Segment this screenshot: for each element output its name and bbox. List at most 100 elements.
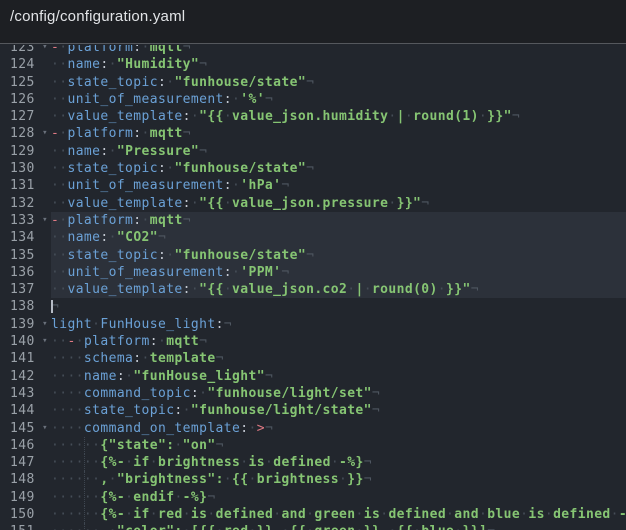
- code-line[interactable]: 146 ······{"state":·"on"¬: [0, 437, 626, 454]
- line-number[interactable]: 150: [10, 507, 35, 522]
- indent-guide: [84, 454, 85, 471]
- line-number[interactable]: 146: [10, 438, 35, 453]
- line-number[interactable]: 124: [10, 57, 35, 72]
- code-line[interactable]: 135··state_topic:·"funhouse/state"¬: [0, 247, 626, 264]
- line-gutter: 129: [0, 143, 51, 160]
- editor-header: /config/configuration.yaml: [0, 0, 626, 44]
- code-text: ······{"state":·"on"¬: [51, 437, 626, 454]
- line-number[interactable]: 129: [10, 144, 35, 159]
- code-line[interactable]: 132··value_template:·"{{·value_json.pres…: [0, 195, 626, 212]
- fold-arrow-icon[interactable]: ▾: [42, 316, 48, 333]
- code-text: light·FunHouse_light:¬: [51, 316, 626, 333]
- code-text: -·platform:·mqtt¬: [51, 212, 626, 229]
- code-line[interactable]: 151······,·"color":·[{{·red·}},·{{·green…: [0, 523, 626, 530]
- code-text: ····command_topic:·"funhouse/light/set"¬: [51, 385, 626, 402]
- line-number[interactable]: 127: [10, 109, 35, 124]
- fold-arrow-icon[interactable]: ▾: [42, 420, 48, 437]
- line-number[interactable]: 126: [10, 92, 35, 107]
- line-gutter: 134: [0, 229, 51, 246]
- fold-arrow-icon[interactable]: ▾: [42, 333, 48, 350]
- line-number[interactable]: 134: [10, 230, 35, 245]
- code-line[interactable]: 149 ······{%-·endif·-%}¬: [0, 489, 626, 506]
- line-number[interactable]: 135: [10, 248, 35, 263]
- code-line[interactable]: 136··unit_of_measurement:·'PPM'¬: [0, 264, 626, 281]
- line-number[interactable]: 148: [10, 472, 35, 487]
- code-line[interactable]: 127··value_template:·"{{·value_json.humi…: [0, 108, 626, 125]
- line-gutter: 151: [0, 523, 51, 530]
- code-line[interactable]: 124··name:·"Humidity"¬: [0, 56, 626, 73]
- code-line[interactable]: 144 ····state_topic:·"funhouse/light/stat…: [0, 402, 626, 419]
- code-line[interactable]: 139 ▾light·FunHouse_light:¬: [0, 316, 626, 333]
- code-line[interactable]: 142 ····name:·"funHouse_light"¬: [0, 368, 626, 385]
- line-gutter: 124: [0, 56, 51, 73]
- code-line[interactable]: 123 ▾-·platform:·mqtt¬: [0, 45, 626, 56]
- code-text: ··name:·"Pressure"¬: [51, 143, 626, 160]
- line-gutter: 140 ▾: [0, 333, 51, 350]
- line-gutter: 128 ▾: [0, 125, 51, 142]
- code-text: -·platform:·mqtt¬: [51, 125, 626, 142]
- code-line[interactable]: 138 ¬: [0, 298, 626, 315]
- line-gutter: 150: [0, 506, 51, 523]
- line-number[interactable]: 128: [10, 126, 35, 141]
- line-number[interactable]: 132: [10, 196, 35, 211]
- code-line[interactable]: 131 ··unit_of_measurement:·'hPa'¬: [0, 177, 626, 194]
- line-number[interactable]: 133: [10, 213, 35, 228]
- code-text: ······,·"brightness":·{{·brightness·}}¬: [51, 471, 626, 488]
- code-text: -·platform:·mqtt¬: [51, 45, 626, 56]
- line-number[interactable]: 141: [10, 351, 35, 366]
- line-gutter: 125: [0, 74, 51, 91]
- line-number[interactable]: 136: [10, 265, 35, 280]
- line-number[interactable]: 125: [10, 75, 35, 90]
- indent-guide: [84, 437, 85, 454]
- code-text: ······{%-·if·brightness·is·defined·-%}¬: [51, 454, 626, 471]
- fold-arrow-icon[interactable]: ▾: [42, 212, 48, 229]
- code-line[interactable]: 133 ▾-·platform:·mqtt¬: [0, 212, 626, 229]
- code-line[interactable]: 145▾····command_on_template:·>¬: [0, 420, 626, 437]
- line-number[interactable]: 145: [10, 421, 35, 436]
- line-number[interactable]: 130: [10, 161, 35, 176]
- code-line[interactable]: 141····schema:·template¬: [0, 350, 626, 367]
- code-line[interactable]: 150······{%-·if·red·is·defined·and·green…: [0, 506, 626, 523]
- fold-arrow-icon[interactable]: ▾: [42, 45, 48, 56]
- line-number[interactable]: 140: [10, 334, 35, 349]
- code-line[interactable]: 148 ······,·"brightness":·{{·brightness·}…: [0, 471, 626, 488]
- line-number[interactable]: 143: [10, 386, 35, 401]
- line-number[interactable]: 123: [10, 45, 35, 55]
- line-gutter: 147: [0, 454, 51, 471]
- code-text: ¬: [51, 298, 626, 315]
- code-line[interactable]: 137··value_template:·"{{·value_json.co2·…: [0, 281, 626, 298]
- line-number[interactable]: 138: [10, 299, 35, 314]
- code-line[interactable]: 147 ······{%-·if·brightness·is·defined·-%…: [0, 454, 626, 471]
- code-line[interactable]: 134··name:·"CO2"¬: [0, 229, 626, 246]
- indent-guide: [84, 506, 85, 523]
- line-gutter: 136: [0, 264, 51, 281]
- line-number[interactable]: 147: [10, 455, 35, 470]
- line-number[interactable]: 144: [10, 403, 35, 418]
- code-line[interactable]: 126··unit_of_measurement:·'%'¬: [0, 91, 626, 108]
- line-number[interactable]: 137: [10, 282, 35, 297]
- code-line[interactable]: 130··state_topic:·"funhouse/state"¬: [0, 160, 626, 177]
- code-editor[interactable]: 123▾-·platform:·mqtt¬124··name:·"Humidit…: [0, 45, 626, 530]
- line-number[interactable]: 151: [10, 524, 35, 530]
- code-text: ··-·platform:·mqtt¬: [51, 333, 626, 350]
- line-number[interactable]: 149: [10, 490, 35, 505]
- line-gutter: 135: [0, 247, 51, 264]
- code-line[interactable]: 125··state_topic:·"funhouse/state"¬: [0, 74, 626, 91]
- fold-arrow-icon[interactable]: ▾: [42, 125, 48, 142]
- code-line[interactable]: 143 ····command_topic:·"funhouse/light/se…: [0, 385, 626, 402]
- line-gutter: 137: [0, 281, 51, 298]
- line-gutter: 132: [0, 195, 51, 212]
- line-number[interactable]: 131: [10, 178, 35, 193]
- code-text: ··unit_of_measurement:·'hPa'¬: [51, 177, 626, 194]
- code-text: ····state_topic:·"funhouse/light/state"¬: [51, 402, 626, 419]
- code-line[interactable]: 129 ··name:·"Pressure"¬: [0, 143, 626, 160]
- line-gutter: 139 ▾: [0, 316, 51, 333]
- line-gutter: 145 ▾: [0, 420, 51, 437]
- code-text: ······{%-·endif·-%}¬: [51, 489, 626, 506]
- code-line[interactable]: 128 ▾-·platform:·mqtt¬: [0, 125, 626, 142]
- line-gutter: 126: [0, 91, 51, 108]
- line-number[interactable]: 139: [10, 317, 35, 332]
- code-line[interactable]: 140 ▾··-·platform:·mqtt¬: [0, 333, 626, 350]
- code-text: ····name:·"funHouse_light"¬: [51, 368, 626, 385]
- line-number[interactable]: 142: [10, 369, 35, 384]
